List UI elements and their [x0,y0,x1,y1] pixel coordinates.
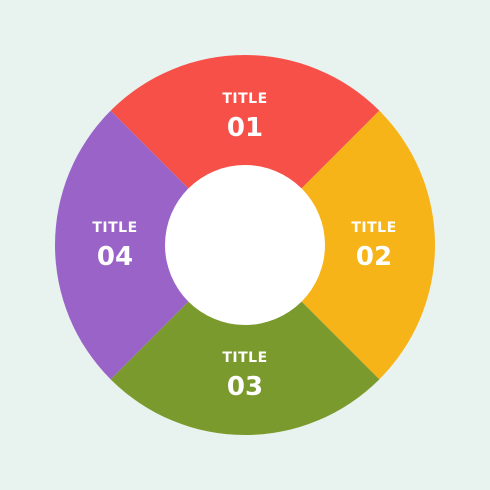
segment-1-number: 01 [227,113,263,143]
segment-3-number: 03 [227,372,263,402]
donut-center-hole [165,165,325,325]
segment-2-title: TITLE [351,220,396,236]
segment-3-title: TITLE [222,350,267,366]
segment-2-number: 02 [356,242,392,272]
donut-diagram: TITLE 01 TITLE 02 TITLE 03 TITLE 04 [55,55,435,435]
segment-1-title: TITLE [222,91,267,107]
segment-4-number: 04 [97,242,133,272]
segment-4-title: TITLE [92,220,137,236]
diagram-canvas: TITLE 01 TITLE 02 TITLE 03 TITLE 04 [0,0,490,490]
